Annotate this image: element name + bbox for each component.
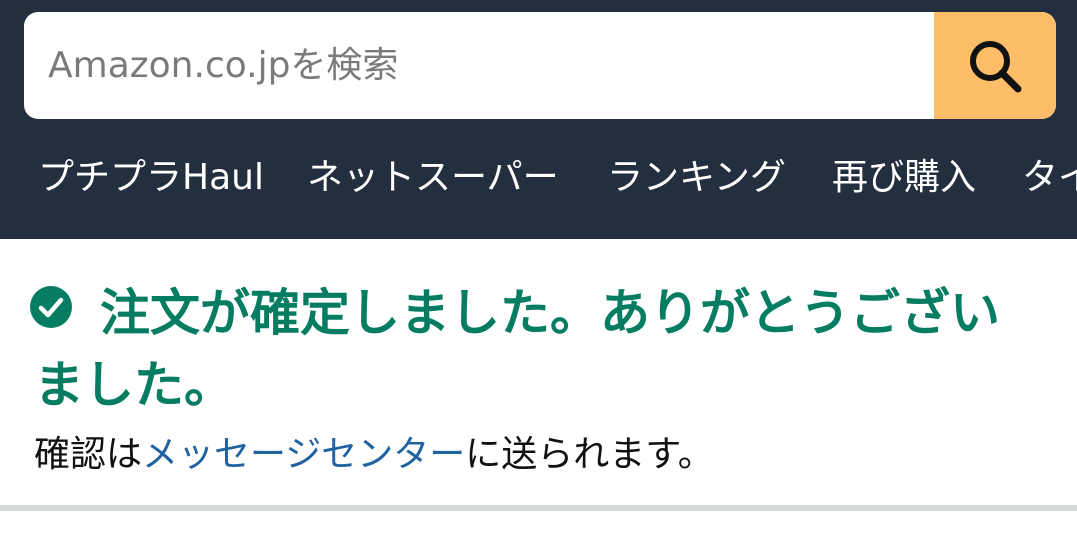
nav-bar: プチプラHaul ネットスーパー ランキング 再び購入 タイ xyxy=(0,140,1077,220)
search-bar xyxy=(24,12,1056,119)
nav-item-petit-haul[interactable]: プチプラHaul xyxy=(38,156,264,200)
header: プチプラHaul ネットスーパー ランキング 再び購入 タイ xyxy=(0,0,1077,239)
nav-item-buy-again[interactable]: 再び購入 xyxy=(832,156,976,200)
message-suffix: に送られます。 xyxy=(465,434,714,475)
message-center-link[interactable]: メッセージセンター xyxy=(142,434,465,475)
confirmation-message: 確認はメッセージセンターに送られます。 xyxy=(34,431,1044,479)
nav-item-timesale[interactable]: タイ xyxy=(1022,156,1077,200)
order-confirmation: 注文が確定しました。ありがとうございました。 確認はメッセージセンターに送られま… xyxy=(0,239,1077,505)
confirmation-headline: 注文が確定しました。ありがとうございました。 xyxy=(34,284,1000,414)
search-icon xyxy=(970,40,1022,92)
nav-item-ranking[interactable]: ランキング xyxy=(607,156,786,200)
message-prefix: 確認は xyxy=(34,434,143,475)
search-input[interactable] xyxy=(24,12,934,119)
nav-item-net-super[interactable]: ネットスーパー xyxy=(307,156,559,200)
divider xyxy=(0,505,1077,511)
search-button[interactable] xyxy=(934,12,1056,119)
